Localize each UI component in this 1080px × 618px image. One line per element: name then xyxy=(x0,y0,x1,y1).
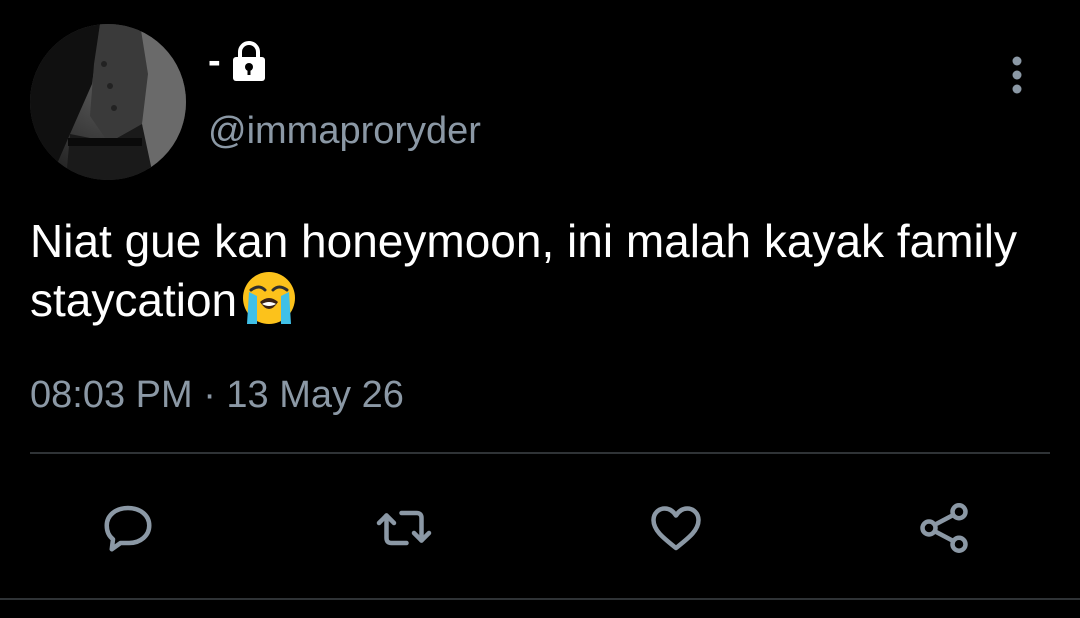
loudly-crying-face-icon xyxy=(241,270,297,339)
tweet-text: Niat gue kan honeymoon, ini malah kayak … xyxy=(30,212,1050,339)
divider xyxy=(30,452,1050,454)
share-icon xyxy=(920,503,968,553)
heart-icon xyxy=(651,506,701,551)
reply-button[interactable] xyxy=(96,496,160,560)
more-vertical-icon xyxy=(1012,56,1022,94)
retweet-icon xyxy=(376,510,432,546)
reply-icon xyxy=(104,505,152,552)
lock-icon xyxy=(231,40,267,82)
timestamp: 08:03 PM · 13 May 26 xyxy=(30,374,404,416)
display-name[interactable]: - xyxy=(208,42,221,80)
like-button[interactable] xyxy=(644,496,708,560)
retweet-button[interactable] xyxy=(372,496,436,560)
handle[interactable]: @immaproryder xyxy=(208,112,481,150)
tweet-text-content: Niat gue kan honeymoon, ini malah kayak … xyxy=(30,215,1017,326)
divider-bottom xyxy=(0,598,1080,600)
avatar[interactable] xyxy=(30,24,186,180)
share-button[interactable] xyxy=(912,496,976,560)
more-options-button[interactable] xyxy=(996,52,1038,98)
tweet-detail: - @immaproryder Niat gue kan honeymoon, … xyxy=(0,0,1080,618)
display-name-row: - xyxy=(208,36,267,86)
